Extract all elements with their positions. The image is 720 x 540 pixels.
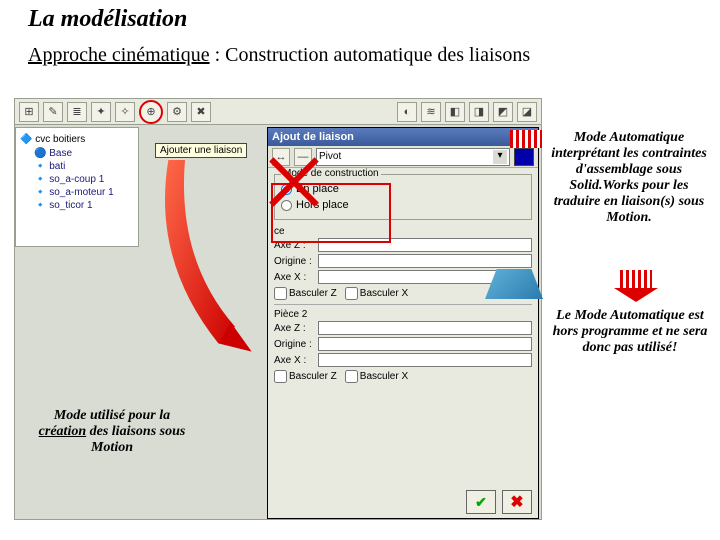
- field-label: Axe X :: [274, 355, 314, 366]
- mode-groupbox: Mode de construction En place Hors place: [274, 174, 532, 220]
- field-label: Axe Z :: [274, 240, 314, 251]
- striped-arrow-down: [620, 270, 652, 288]
- toolbar-button[interactable]: ✎: [43, 102, 63, 122]
- tree-root[interactable]: 🔷 cvc boitiers: [20, 132, 134, 147]
- dlg-toolbar-button[interactable]: ↔: [272, 148, 290, 166]
- radio-input[interactable]: [281, 200, 292, 211]
- dropdown-value: Pivot: [319, 151, 341, 162]
- add-liaison-button[interactable]: ⊕: [139, 100, 163, 124]
- tree-node[interactable]: 🔹 so_a-moteur 1: [20, 186, 134, 199]
- axis-x-input-2[interactable]: [318, 353, 532, 367]
- liaison-type-dropdown[interactable]: Pivot ▾: [316, 148, 510, 166]
- page-title: La modélisation: [28, 6, 187, 33]
- toolbar-button[interactable]: ✦: [91, 102, 111, 122]
- toolbar-button[interactable]: ⚙: [167, 102, 187, 122]
- toolbar-button[interactable]: ◧: [445, 102, 465, 122]
- tooltip: Ajouter une liaison: [155, 143, 247, 158]
- field-label: Axe Z :: [274, 323, 314, 334]
- annotation-auto-mode: Mode Automatique interprétant les contra…: [548, 130, 710, 226]
- tree-node[interactable]: 🔹 bati: [20, 160, 134, 173]
- radio-hors-place[interactable]: Hors place: [281, 197, 525, 213]
- annotation-mode-utilise: Mode utilisé pour la création des liaiso…: [30, 408, 194, 456]
- cancel-button[interactable]: ✖: [502, 490, 532, 514]
- check-basculer-z[interactable]: Basculer Z: [274, 287, 337, 300]
- axis-z-input[interactable]: [318, 238, 532, 252]
- dialog-title: Ajout de liaison: [272, 131, 354, 143]
- radio-label: Hors place: [296, 199, 349, 211]
- toolbar-button[interactable]: ◨: [469, 102, 489, 122]
- origin-input[interactable]: [318, 254, 532, 268]
- dialog-footer: ✔ ✖: [466, 490, 532, 514]
- tree-node[interactable]: 🔹 so_ticor 1: [20, 199, 134, 212]
- radio-input[interactable]: [281, 184, 292, 195]
- model-tree[interactable]: 🔷 cvc boitiers 🔵 Base 🔹 bati 🔹 so_a-coup…: [15, 127, 139, 247]
- toolbar-button[interactable]: ✧: [115, 102, 135, 122]
- toolbar-button[interactable]: ◐: [397, 102, 417, 122]
- toolbar-button[interactable]: ◩: [493, 102, 513, 122]
- toolbar-button[interactable]: ⊞: [19, 102, 39, 122]
- tree-node[interactable]: 🔵 Base: [20, 147, 134, 160]
- field-label: Origine :: [274, 256, 314, 267]
- subtitle-underlined: Approche cinématique: [28, 44, 210, 66]
- groupbox-legend: Mode de construction: [281, 168, 381, 179]
- dialog-toolbar: ↔ — Pivot ▾: [268, 146, 538, 168]
- chevron-down-icon: ▾: [493, 150, 507, 164]
- field-label: Origine :: [274, 339, 314, 350]
- origin-input-2[interactable]: [318, 337, 532, 351]
- piece2-label: Pièce 2: [274, 309, 532, 320]
- x-icon: ✖: [510, 492, 523, 512]
- piece2-section: Pièce 2 Axe Z : Origine : Axe X : Bascul…: [274, 304, 532, 385]
- check-basculer-z-2[interactable]: Basculer Z: [274, 370, 337, 383]
- striped-arrow: [510, 130, 542, 148]
- toolbar-button[interactable]: ✖: [191, 102, 211, 122]
- app-window: ⊞ ✎ ≣ ✦ ✧ ⊕ ⚙ ✖ ◐ ≋ ◧ ◨ ◩ ◪ 🔷 cvc boitie…: [14, 98, 542, 520]
- liaison-dialog: Ajout de liaison × ↔ — Pivot ▾ Mode de c…: [267, 127, 539, 519]
- check-icon: ✔: [475, 494, 487, 511]
- tree-node[interactable]: 🔹 so_a-coup 1: [20, 173, 134, 186]
- color-button[interactable]: [514, 148, 534, 166]
- axis-z-input-2[interactable]: [318, 321, 532, 335]
- dlg-toolbar-button[interactable]: —: [294, 148, 312, 166]
- subtitle-rest: : Construction automatique des liaisons: [210, 44, 531, 66]
- toolbar-button[interactable]: ≋: [421, 102, 441, 122]
- check-basculer-x-2[interactable]: Basculer X: [345, 370, 408, 383]
- main-toolbar: ⊞ ✎ ≣ ✦ ✧ ⊕ ⚙ ✖ ◐ ≋ ◧ ◨ ◩ ◪: [15, 99, 541, 125]
- toolbar-button[interactable]: ◪: [517, 102, 537, 122]
- field-label: Axe X :: [274, 272, 314, 283]
- ok-button[interactable]: ✔: [466, 490, 496, 514]
- annotation-hors-programme: Le Mode Automatique est hors programme e…: [548, 308, 712, 356]
- radio-en-place[interactable]: En place: [281, 181, 525, 197]
- toolbar-button[interactable]: ≣: [67, 102, 87, 122]
- piece1-label: ce: [274, 226, 532, 237]
- check-basculer-x[interactable]: Basculer X: [345, 287, 408, 300]
- dialog-titlebar: Ajout de liaison ×: [268, 128, 538, 146]
- radio-label: En place: [296, 183, 339, 195]
- page-subtitle: Approche cinématique : Construction auto…: [28, 44, 530, 67]
